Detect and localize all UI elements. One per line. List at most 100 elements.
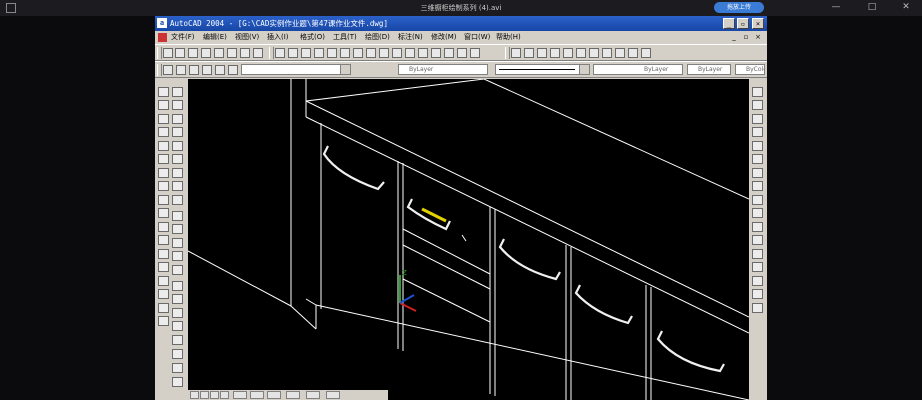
linetype-dropdown[interactable] <box>495 64 590 75</box>
view-bottom-icon[interactable] <box>524 48 534 58</box>
snap-perpendicular-icon[interactable] <box>752 222 763 232</box>
dim-quick-icon[interactable] <box>353 48 363 58</box>
tab-nav-first-icon[interactable] <box>190 391 199 399</box>
maximize-icon[interactable]: □ <box>862 1 882 14</box>
dim-ordinate-icon[interactable] <box>301 48 311 58</box>
snap-intersection-icon[interactable] <box>752 141 763 151</box>
layer-on-icon[interactable] <box>176 65 186 75</box>
temp-track-icon[interactable] <box>752 87 763 97</box>
drawing-canvas[interactable]: Z <box>188 79 749 400</box>
line-icon[interactable] <box>158 87 169 97</box>
window-close-button[interactable]: × <box>752 18 764 29</box>
extrude-icon[interactable] <box>172 321 183 331</box>
shade-wireframe-icon[interactable] <box>227 48 237 58</box>
shade-gouraud-icon[interactable] <box>188 48 198 58</box>
dim-tolerance-icon[interactable] <box>405 48 415 58</box>
shade-3d-icon[interactable] <box>240 48 250 58</box>
snap-insert-icon[interactable] <box>752 249 763 259</box>
menu-view[interactable]: 视图(V) <box>235 31 259 44</box>
menu-help[interactable]: 帮助(H) <box>496 31 521 44</box>
dim-radius-icon[interactable] <box>314 48 324 58</box>
snap-midpoint-icon[interactable] <box>752 127 763 137</box>
snap-parallel-icon[interactable] <box>752 235 763 245</box>
layer-lock-icon[interactable] <box>202 65 212 75</box>
layer-dropdown[interactable] <box>241 64 351 75</box>
upload-button[interactable]: 拖放上传 <box>714 2 764 13</box>
snap-endpoint-icon[interactable] <box>752 114 763 124</box>
snap-extension-icon[interactable] <box>752 168 763 178</box>
point-icon[interactable] <box>158 262 169 272</box>
circle-icon[interactable] <box>158 168 169 178</box>
menu-window[interactable]: 窗口(W) <box>464 31 490 44</box>
camera-icon[interactable] <box>641 48 651 58</box>
shade-flat-icon[interactable] <box>201 48 211 58</box>
construction-line-icon[interactable] <box>158 100 169 110</box>
offset-icon[interactable] <box>172 127 183 137</box>
mirror-icon[interactable] <box>172 114 183 124</box>
view-left-icon[interactable] <box>537 48 547 58</box>
doc-restore-button[interactable]: ▫ <box>741 33 751 42</box>
tab-model[interactable] <box>233 391 247 399</box>
dim-edit-icon[interactable] <box>431 48 441 58</box>
scale-icon[interactable] <box>172 181 183 191</box>
open-file-icon[interactable] <box>175 48 185 58</box>
snap-from-icon[interactable] <box>752 100 763 110</box>
menu-file[interactable]: 文件(F) <box>171 31 195 44</box>
ellipse-icon[interactable] <box>158 208 169 218</box>
shade-hidden-icon[interactable] <box>214 48 224 58</box>
view-ne-iso-icon[interactable] <box>615 48 625 58</box>
snap-tangent-icon[interactable] <box>752 208 763 218</box>
section-icon[interactable] <box>172 363 183 373</box>
dim-linear-icon[interactable] <box>275 48 285 58</box>
menu-draw[interactable]: 绘图(D) <box>365 31 390 44</box>
dim-center-icon[interactable] <box>418 48 428 58</box>
minimize-icon[interactable]: — <box>826 1 846 14</box>
arc-icon[interactable] <box>158 154 169 164</box>
menu-modify[interactable]: 修改(M) <box>431 31 457 44</box>
ellipse-arc-icon[interactable] <box>158 222 169 232</box>
dim-baseline-icon[interactable] <box>366 48 376 58</box>
lineweight-select[interactable]: ByLayer <box>687 64 731 75</box>
view-front-icon[interactable] <box>563 48 573 58</box>
layer-freeze-icon[interactable] <box>189 65 199 75</box>
dim-aligned-icon[interactable] <box>288 48 298 58</box>
close-icon[interactable]: ✕ <box>896 1 916 14</box>
layer-manager-icon[interactable] <box>163 65 173 75</box>
make-block-icon[interactable] <box>158 249 169 259</box>
subtract-icon[interactable] <box>172 294 183 304</box>
dim-continue-icon[interactable] <box>379 48 389 58</box>
tab-extra-3[interactable] <box>326 391 340 399</box>
document-menu-icon[interactable] <box>158 33 167 42</box>
layer-plot-icon[interactable] <box>228 65 238 75</box>
spline-icon[interactable] <box>158 195 169 205</box>
menu-edit[interactable]: 编辑(E) <box>203 31 227 44</box>
view-right-icon[interactable] <box>550 48 560 58</box>
intersect-icon[interactable] <box>172 308 183 318</box>
menu-dimension[interactable]: 标注(N) <box>398 31 423 44</box>
snap-none-icon[interactable] <box>752 289 763 299</box>
tab-nav-next-icon[interactable] <box>210 391 219 399</box>
tab-extra-1[interactable] <box>286 391 300 399</box>
snap-quadrant-icon[interactable] <box>752 195 763 205</box>
trim-icon[interactable] <box>172 211 183 221</box>
array-icon[interactable] <box>172 141 183 151</box>
menu-insert[interactable]: 插入(I) <box>267 31 289 44</box>
dim-update-icon[interactable] <box>457 48 467 58</box>
tab-nav-prev-icon[interactable] <box>200 391 209 399</box>
toolbar-grip[interactable] <box>157 47 162 59</box>
stretch-icon[interactable] <box>172 195 183 205</box>
color-select[interactable]: ByColor <box>735 64 765 75</box>
toolbar-grip[interactable] <box>269 47 274 59</box>
hatch-icon[interactable] <box>158 276 169 286</box>
move-icon[interactable] <box>172 154 183 164</box>
dim-angular-icon[interactable] <box>340 48 350 58</box>
polyline-icon[interactable] <box>158 114 169 124</box>
snap-center-icon[interactable] <box>752 181 763 191</box>
fillet-icon[interactable] <box>172 265 183 275</box>
view-back-icon[interactable] <box>576 48 586 58</box>
doc-close-button[interactable]: × <box>753 33 763 42</box>
table-icon[interactable] <box>158 303 169 313</box>
dim-diameter-icon[interactable] <box>327 48 337 58</box>
snap-nearest-icon[interactable] <box>752 276 763 286</box>
copy-icon[interactable] <box>172 100 183 110</box>
